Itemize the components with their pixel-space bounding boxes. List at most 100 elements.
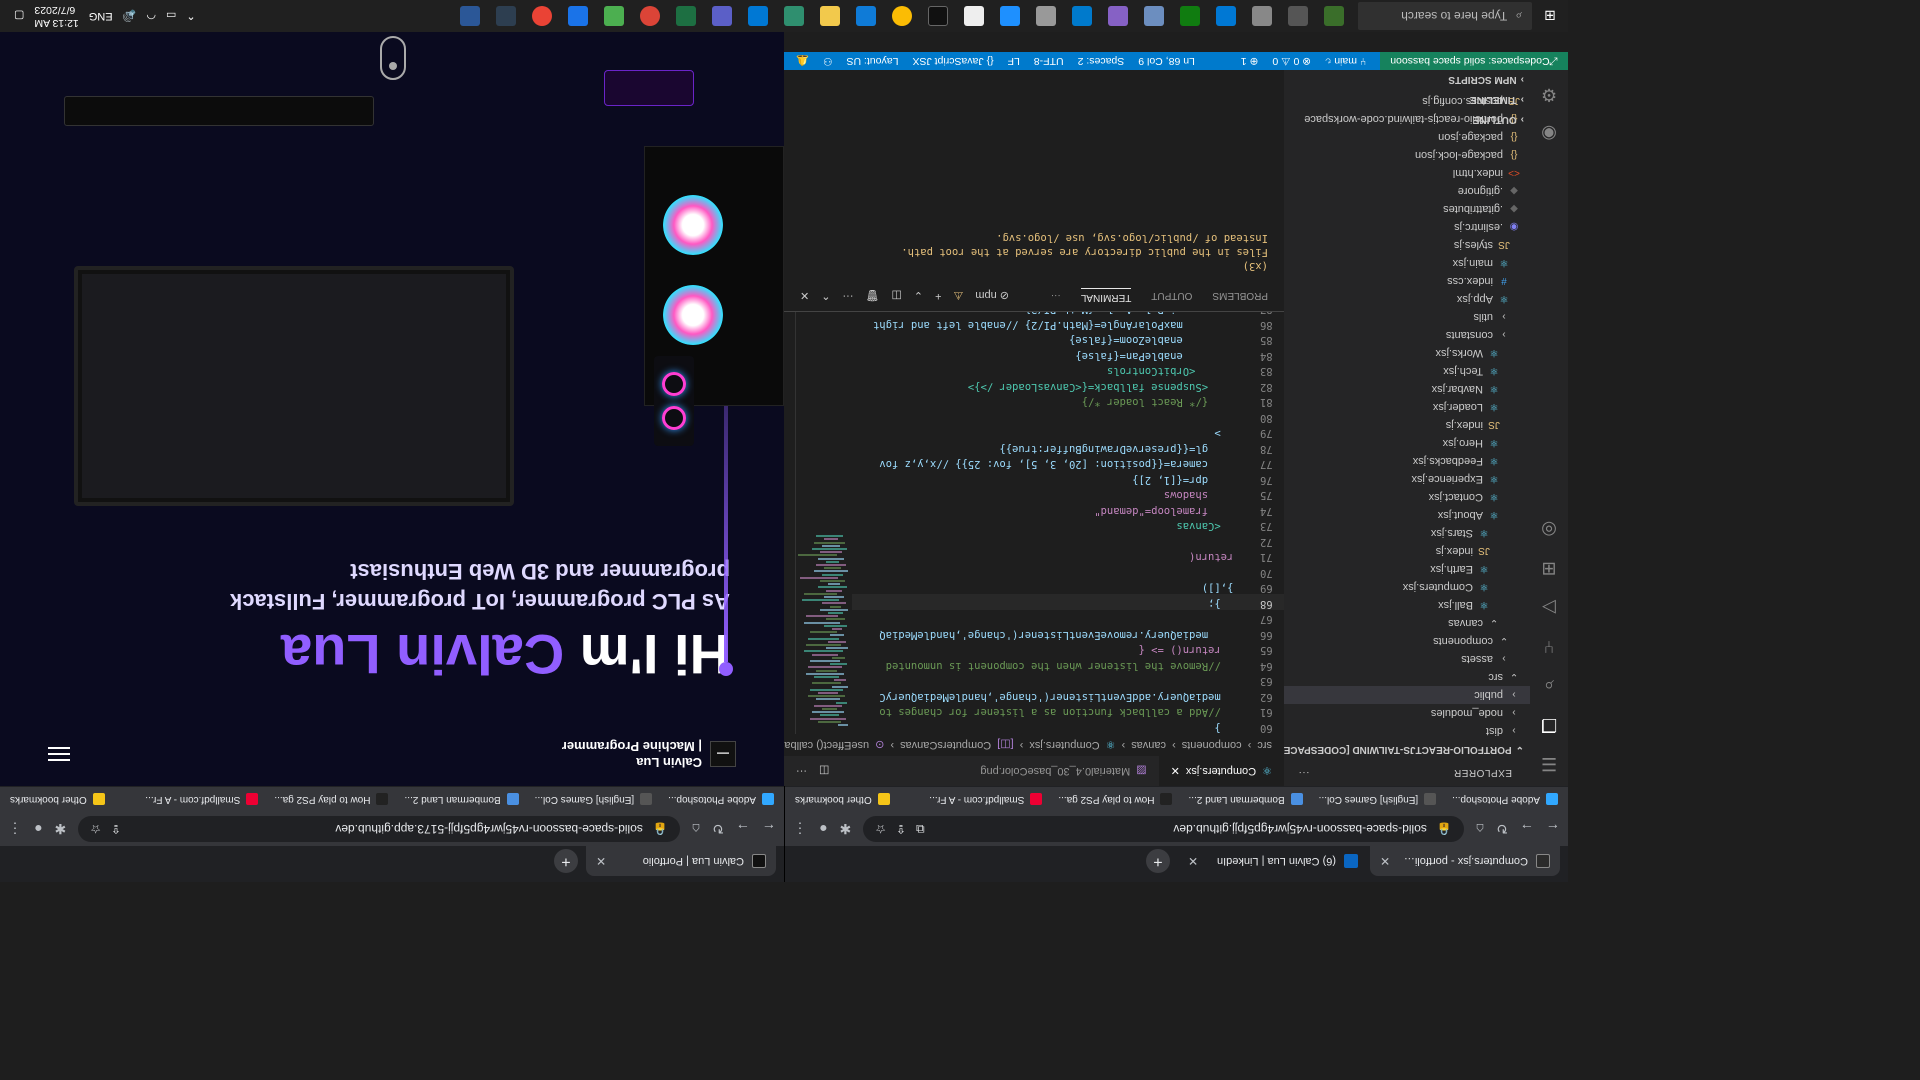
- bookmark-item[interactable]: [English] Games Col...: [535, 793, 653, 806]
- app-icon[interactable]: [1144, 6, 1164, 26]
- bookmark-star-icon[interactable]: ☆: [90, 822, 101, 836]
- breadcrumb-item[interactable]: ComputersCanvas: [900, 739, 991, 751]
- remote-indicator[interactable]: ⤢ Codespaces: solid space bassoon: [1380, 52, 1568, 70]
- tree-item[interactable]: {} package-lock.json: [1284, 146, 1530, 164]
- tree-item[interactable]: ⚛ Works.jsx: [1284, 344, 1530, 362]
- close-tab-icon[interactable]: ✕: [596, 854, 606, 868]
- tree-item[interactable]: JS styles.js: [1284, 236, 1530, 254]
- tree-item[interactable]: ⚛ About.jsx: [1284, 506, 1530, 524]
- bookmark-item[interactable]: Smallpdf.com - A Fr...: [929, 793, 1043, 806]
- tree-item[interactable]: ◉ .eslintrc.js: [1284, 218, 1530, 236]
- tree-item[interactable]: ⚛ Loader.jsx: [1284, 398, 1530, 416]
- extensions-icon[interactable]: ✱: [839, 821, 851, 838]
- clock[interactable]: 12:13 AM 6/7/2023: [34, 3, 78, 29]
- minimap[interactable]: [796, 312, 852, 734]
- tree-item[interactable]: ◆ .gitignore: [1284, 182, 1530, 200]
- new-terminal-icon[interactable]: +: [935, 290, 941, 302]
- app-icon[interactable]: [604, 6, 624, 26]
- site-logo[interactable]: — Calvin Lua | Machine Programmer: [562, 738, 736, 770]
- bookmark-item[interactable]: How to play PS2 ga...: [1058, 793, 1173, 806]
- new-tab-button[interactable]: +: [1146, 849, 1170, 873]
- bookmark-star-icon[interactable]: ☆: [875, 822, 886, 836]
- tree-item[interactable]: ⌄ canvas: [1284, 614, 1530, 632]
- tab-problems[interactable]: PROBLEMS: [1212, 291, 1268, 302]
- tree-item[interactable]: ⌄ components: [1284, 632, 1530, 650]
- bookmark-item[interactable]: [English] Games Col...: [1319, 793, 1437, 806]
- reload-icon[interactable]: ↻: [712, 821, 724, 838]
- tree-item[interactable]: › assets: [1284, 650, 1530, 668]
- forward-icon[interactable]: →: [736, 821, 750, 837]
- tree-item[interactable]: ⚛ Contact.jsx: [1284, 488, 1530, 506]
- tree-item[interactable]: › public: [1284, 686, 1530, 704]
- other-bookmarks[interactable]: Other bookmarks: [795, 793, 890, 806]
- visual-studio-icon[interactable]: [1108, 6, 1128, 26]
- language-mode[interactable]: {} JavaScript JSX: [912, 55, 993, 67]
- workspace-section[interactable]: ⌄ PORTFOLIO-REACTJS-TAILWIND [CODESPACES…: [1284, 740, 1530, 760]
- tree-item[interactable]: <> index.html: [1284, 164, 1530, 182]
- tree-item[interactable]: ⚛ Stars.jsx: [1284, 524, 1530, 542]
- app-icon[interactable]: [1252, 6, 1272, 26]
- terminal-output[interactable]: (x3) Files in the public directory are se…: [784, 223, 1284, 281]
- split-terminal-icon[interactable]: ◫: [891, 290, 901, 303]
- home-icon[interactable]: ⌂: [1476, 821, 1484, 837]
- outlook-icon[interactable]: [1216, 6, 1236, 26]
- tree-item[interactable]: {} package.json: [1284, 128, 1530, 146]
- more-actions-icon[interactable]: ···: [1298, 768, 1310, 779]
- file-explorer-icon[interactable]: [820, 6, 840, 26]
- hamburger-menu-icon[interactable]: [48, 747, 70, 761]
- tree-item[interactable]: ⚛ App.jsx: [1284, 290, 1530, 308]
- share-icon[interactable]: ⇪: [111, 822, 121, 836]
- end-of-line[interactable]: LF: [1008, 55, 1020, 67]
- branch-indicator[interactable]: ⑂ main ↻: [1325, 55, 1366, 67]
- bookmark-item[interactable]: Adobe Photoshop...: [1452, 793, 1558, 806]
- tree-item[interactable]: JS index.js: [1284, 542, 1530, 560]
- chevron-up-icon[interactable]: ⌃: [186, 10, 195, 23]
- address-bar[interactable]: 🔒 solid-space-bassoon-rv45jwr4gp5fpjj.gi…: [863, 816, 1464, 842]
- taskbar-search[interactable]: ⌕ Type here to search: [1358, 2, 1532, 30]
- scroll-down-icon[interactable]: [380, 36, 406, 80]
- app-icon[interactable]: [1324, 6, 1344, 26]
- tab-terminal[interactable]: TERMINAL: [1080, 288, 1132, 304]
- chrome-icon[interactable]: [532, 6, 552, 26]
- back-icon[interactable]: ←: [762, 821, 776, 837]
- task-view-icon[interactable]: [1288, 6, 1308, 26]
- vscode-icon[interactable]: [1072, 6, 1092, 26]
- tree-item[interactable]: ⚛ Hero.jsx: [1284, 434, 1530, 452]
- tree-item[interactable]: ⚛ Feedbacks.jsx: [1284, 452, 1530, 470]
- share-icon[interactable]: ⇪: [896, 822, 906, 836]
- breadcrumb-item[interactable]: Computers.jsx: [1029, 739, 1099, 751]
- breadcrumb-item[interactable]: src: [1257, 739, 1272, 751]
- forward-icon[interactable]: →: [1520, 821, 1534, 837]
- indentation[interactable]: Spaces: 2: [1078, 55, 1125, 67]
- npm-scripts-section[interactable]: › NPM SCRIPTS: [1284, 70, 1530, 90]
- explorer-icon[interactable]: ❐: [1541, 714, 1557, 735]
- tree-item[interactable]: ⚛ Tech.jsx: [1284, 362, 1530, 380]
- bookmark-item[interactable]: Bomberman Land 2...: [1188, 793, 1303, 806]
- tree-item[interactable]: JS index.js: [1284, 416, 1530, 434]
- chrome-icon[interactable]: [640, 6, 660, 26]
- close-tab-icon[interactable]: ✕: [1380, 854, 1390, 868]
- trash-icon[interactable]: 🗑: [865, 290, 879, 303]
- language-indicator[interactable]: ENG: [89, 10, 113, 22]
- outline-section[interactable]: › OUTLINE: [1284, 110, 1530, 130]
- new-tab-button[interactable]: +: [554, 849, 578, 873]
- feedback-icon[interactable]: ⚇: [823, 55, 832, 67]
- menu-icon[interactable]: ☰: [1541, 753, 1557, 774]
- app-icon[interactable]: [1180, 6, 1200, 26]
- app-icon[interactable]: [460, 6, 480, 26]
- ports-indicator[interactable]: ⊕ 1: [1241, 55, 1259, 67]
- cursor-position[interactable]: Ln 68, Col 9: [1138, 55, 1195, 67]
- notification-center-icon[interactable]: ▢: [14, 10, 24, 23]
- browser-tab-linkedin[interactable]: (6) Calvin Lua | LinkedIn ✕: [1178, 846, 1368, 876]
- bookmark-item[interactable]: How to play PS2 ga...: [274, 793, 389, 806]
- tree-item[interactable]: › dist: [1284, 722, 1530, 740]
- encoding[interactable]: UTF-8: [1034, 55, 1064, 67]
- excel-icon[interactable]: [676, 6, 696, 26]
- tree-item[interactable]: › node_modules: [1284, 704, 1530, 722]
- close-panel-icon[interactable]: ✕: [800, 290, 809, 303]
- keyboard-layout[interactable]: Layout: US: [847, 55, 899, 67]
- editor-tab-material[interactable]: ▨ Material0.4_30_baseColor.png: [968, 756, 1158, 786]
- browser-tab-portfolio[interactable]: Calvin Lua | Portfolio ✕: [586, 846, 776, 876]
- bookmark-item[interactable]: Bomberman Land 2...: [404, 793, 519, 806]
- menu-icon[interactable]: ⋮: [8, 821, 22, 838]
